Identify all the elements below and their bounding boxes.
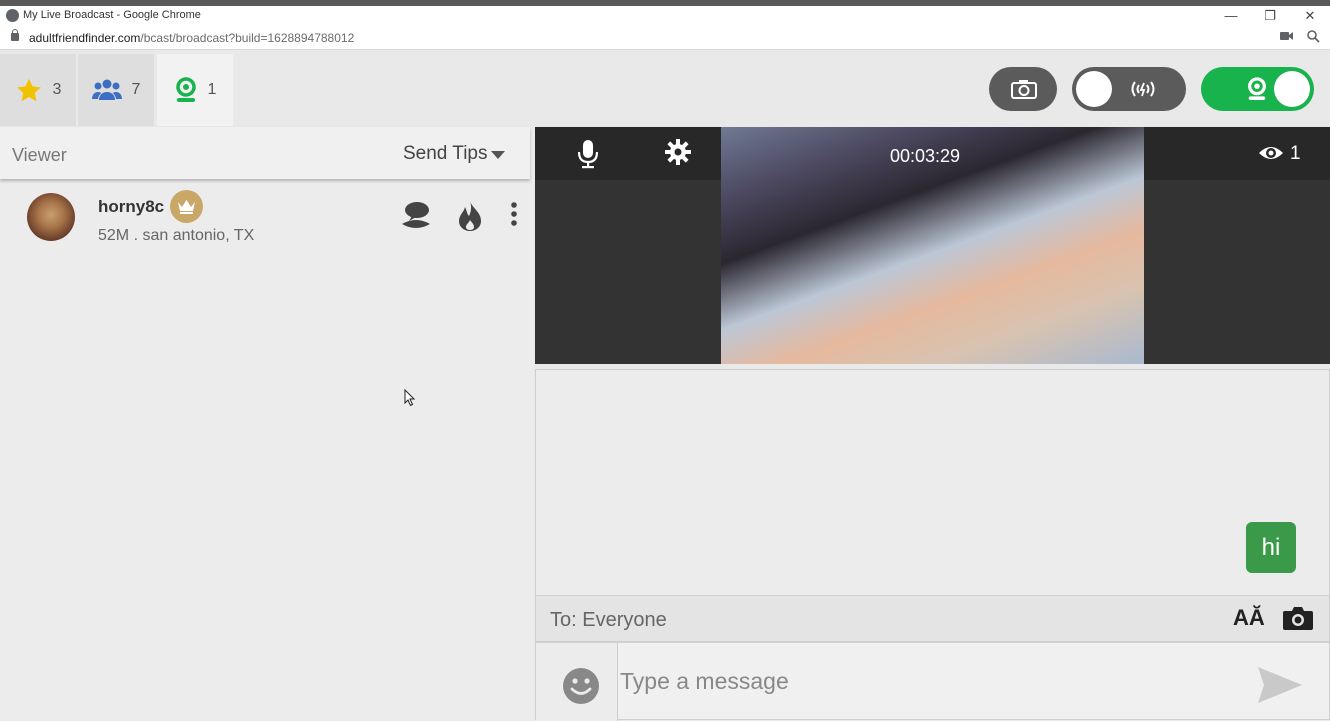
send-tips-dropdown[interactable]: Send Tips bbox=[403, 143, 488, 165]
microphone-icon[interactable] bbox=[577, 139, 599, 174]
avatar[interactable] bbox=[27, 193, 75, 241]
video-panel: 00:03:29 1 bbox=[535, 127, 1330, 364]
chevron-down-icon[interactable] bbox=[491, 151, 505, 159]
toggle-knob bbox=[1274, 71, 1310, 107]
star-icon bbox=[16, 78, 41, 101]
emoji-button[interactable] bbox=[536, 643, 618, 721]
top-bar: 3 7 1 bbox=[0, 51, 1330, 127]
message-composer bbox=[535, 642, 1330, 721]
lock-icon bbox=[11, 29, 19, 41]
crown-icon bbox=[170, 190, 203, 223]
font-size-icon[interactable]: AĂ bbox=[1233, 605, 1265, 631]
window-title: My Live Broadcast - Google Chrome bbox=[23, 9, 201, 21]
recipient-bar: To: Everyone AĂ bbox=[535, 596, 1330, 642]
gear-icon[interactable] bbox=[665, 139, 691, 170]
send-icon[interactable] bbox=[1256, 665, 1304, 710]
chat-message-bubble: hi bbox=[1246, 522, 1296, 573]
address-bar[interactable]: adultfriendfinder.com/bcast/broadcast?bu… bbox=[0, 27, 1330, 50]
zoom-icon[interactable] bbox=[1307, 30, 1320, 46]
close-icon[interactable]: ✕ bbox=[1290, 6, 1330, 27]
smiley-icon bbox=[563, 668, 599, 704]
viewer-label: Viewer bbox=[12, 145, 67, 165]
viewers-tab-count: 1 bbox=[207, 81, 217, 98]
browser-titlebar: My Live Broadcast - Google Chrome — ❐ ✕ bbox=[0, 0, 1330, 27]
site-globe-icon bbox=[6, 9, 19, 22]
message-input[interactable] bbox=[620, 663, 1240, 699]
recipient-selector[interactable]: To: Everyone bbox=[550, 609, 667, 632]
go-live-toggle[interactable] bbox=[1201, 67, 1314, 111]
restore-icon[interactable]: ❐ bbox=[1250, 6, 1290, 27]
favorites-count: 3 bbox=[52, 81, 62, 98]
viewer-username[interactable]: horny8c bbox=[98, 197, 164, 217]
viewer-header: Viewer Send Tips bbox=[0, 127, 530, 179]
chat-messages: hi bbox=[535, 369, 1330, 596]
webcam-user-icon bbox=[175, 77, 196, 102]
webcam-user-icon bbox=[1248, 77, 1266, 100]
list-item[interactable]: horny8c 52M . san antonio, TX bbox=[0, 187, 534, 253]
broadcast-audio-toggle[interactable] bbox=[1072, 67, 1186, 111]
broadcast-timer: 00:03:29 bbox=[890, 146, 961, 166]
photo-camera-icon[interactable] bbox=[1282, 605, 1314, 636]
tab-favorites[interactable]: 3 bbox=[0, 54, 76, 126]
friends-count: 7 bbox=[131, 81, 141, 98]
group-icon bbox=[91, 79, 122, 100]
toggle-knob bbox=[1076, 71, 1112, 107]
broadcast-signal-icon bbox=[1131, 81, 1155, 97]
url-path: /bcast/broadcast?build=1628894788012 bbox=[140, 31, 355, 45]
mouse-cursor-icon bbox=[404, 389, 416, 407]
hot-flame-icon[interactable] bbox=[457, 200, 483, 237]
eye-icon bbox=[1258, 143, 1284, 168]
camera-indicator-icon[interactable] bbox=[1280, 30, 1293, 44]
tab-friends[interactable]: 7 bbox=[78, 54, 154, 126]
private-chat-icon[interactable] bbox=[400, 200, 432, 237]
url-text[interactable]: adultfriendfinder.com/bcast/broadcast?bu… bbox=[29, 31, 354, 45]
tab-viewers[interactable]: 1 bbox=[157, 54, 233, 126]
viewer-panel: Viewer Send Tips horny8c 52M . san anton… bbox=[0, 127, 534, 720]
more-options-icon[interactable] bbox=[510, 200, 518, 233]
camera-toggle-button[interactable] bbox=[989, 67, 1057, 111]
viewer-count: 1 bbox=[1290, 143, 1301, 164]
minimize-icon[interactable]: — bbox=[1211, 6, 1251, 27]
url-host: adultfriendfinder.com bbox=[29, 31, 141, 45]
viewer-info: 52M . san antonio, TX bbox=[98, 227, 255, 244]
camera-icon bbox=[1011, 80, 1037, 99]
